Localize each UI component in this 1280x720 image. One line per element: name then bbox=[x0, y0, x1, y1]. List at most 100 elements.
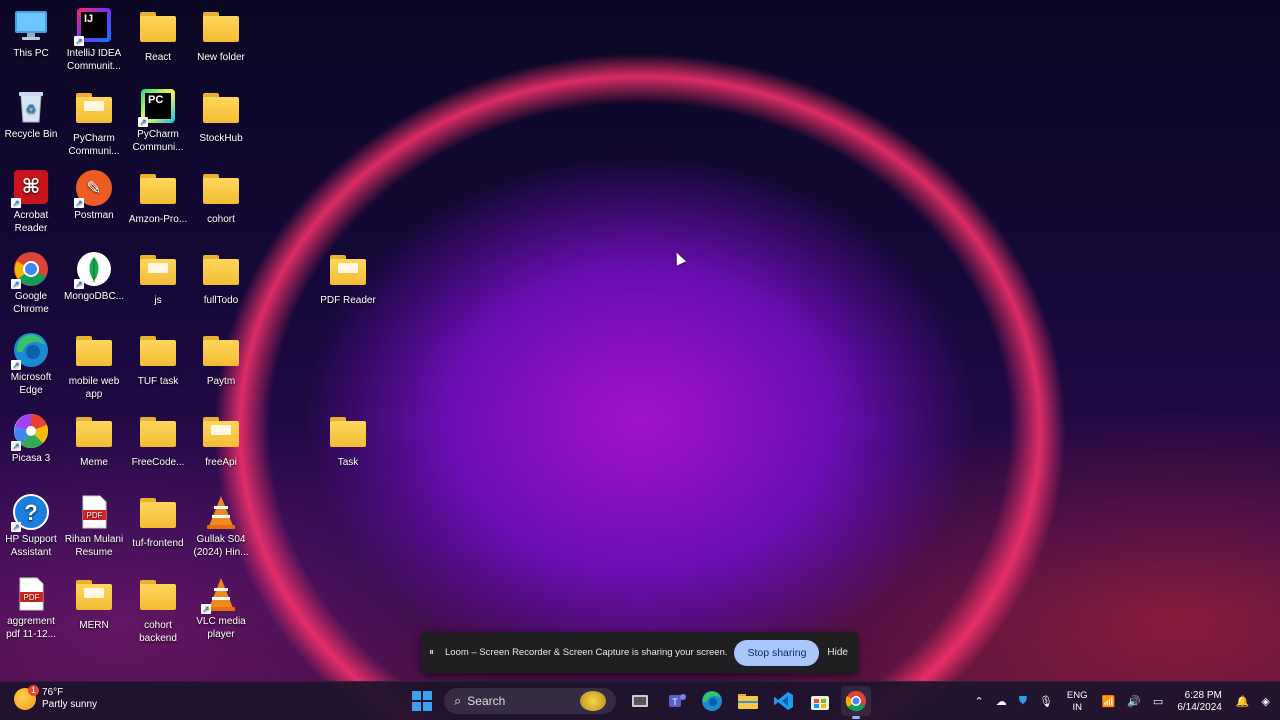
clock[interactable]: 6:28 PM 6/14/2024 bbox=[1177, 690, 1222, 714]
language-indicator[interactable]: ENG IN bbox=[1067, 690, 1088, 714]
svg-text:T: T bbox=[672, 697, 678, 707]
desktop-icon-label: Postman bbox=[74, 210, 114, 221]
chrome-icon: ↗ bbox=[11, 251, 49, 289]
desktop-icon-label: MongoDBC... bbox=[63, 291, 125, 302]
desktop-icon-label: Acrobat Reader bbox=[13, 210, 49, 234]
desktop-icon-tuf-task[interactable]: TUF task bbox=[127, 332, 189, 388]
chevron-up-icon[interactable]: ⌃ bbox=[974, 695, 983, 708]
teams-icon: T bbox=[669, 694, 686, 707]
desktop-icon-label: PDF Reader bbox=[320, 295, 376, 306]
edge-taskbar-button[interactable] bbox=[697, 686, 727, 716]
desktop-icon-amzon-pro[interactable]: Amzon-Pro... bbox=[127, 170, 189, 226]
vscode-button[interactable] bbox=[769, 686, 799, 716]
desktop-icon-meme[interactable]: Meme bbox=[63, 413, 125, 469]
windows-icon bbox=[412, 691, 432, 711]
wifi-icon[interactable]: 📶 bbox=[1102, 695, 1116, 708]
vlc-icon: ↗ bbox=[201, 576, 239, 614]
folder-icon bbox=[140, 498, 176, 534]
microphone-icon[interactable]: 🎙 bbox=[1039, 695, 1053, 708]
svg-text:PDF: PDF bbox=[24, 593, 40, 602]
taskbar-search[interactable]: ⌕ Search bbox=[444, 688, 616, 714]
desktop-icon-mobile-web-app[interactable]: mobile web app bbox=[63, 332, 125, 401]
desktop-icon-pdf-reader[interactable]: PDF Reader bbox=[317, 251, 379, 307]
folder-icon bbox=[203, 255, 239, 291]
copilot-icon[interactable]: ◈ bbox=[1262, 695, 1270, 708]
desktop-icon-label: This PC bbox=[13, 48, 49, 59]
desktop-icon-acrobat[interactable]: ⌘ ↗ Acrobat Reader bbox=[0, 170, 62, 235]
desktop-icon-label: New folder bbox=[197, 52, 245, 63]
desktop-icon-gullak[interactable]: Gullak S04 (2024) Hin... bbox=[190, 494, 252, 559]
defender-shield-icon[interactable]: ⛊ bbox=[1019, 695, 1027, 708]
desktop-icon-label: fullTodo bbox=[203, 295, 239, 306]
notification-bell-icon[interactable]: 🔔 bbox=[1236, 695, 1250, 708]
desktop-icon-intellij[interactable]: IJ ↗ IntelliJ IDEA Communit... bbox=[63, 8, 125, 73]
folder-icon bbox=[203, 417, 239, 453]
folder-icon bbox=[76, 336, 112, 372]
desktop-icon-mern[interactable]: MERN bbox=[63, 576, 125, 632]
desktop-icon-edge[interactable]: ↗ Microsoft Edge bbox=[0, 332, 62, 397]
search-highlight-icon bbox=[580, 691, 606, 711]
hide-button[interactable]: Hide bbox=[827, 647, 848, 658]
battery-icon[interactable]: ▭ bbox=[1153, 695, 1163, 708]
desktop-icon-label: Meme bbox=[80, 457, 108, 468]
task-view-button[interactable] bbox=[625, 686, 655, 716]
onedrive-icon[interactable]: ☁ bbox=[996, 695, 1007, 708]
language-code: ENG bbox=[1066, 689, 1088, 701]
pdf-icon: PDF bbox=[76, 494, 112, 530]
desktop-icon-vlc[interactable]: ↗ VLC media player bbox=[190, 576, 252, 641]
desktop-icon-label: FreeCode... bbox=[131, 457, 185, 468]
edge-icon bbox=[702, 691, 722, 711]
desktop-icon-label: aggrement pdf 11-12... bbox=[6, 616, 56, 640]
desktop-icon-mongodb[interactable]: ↗ MongoDBC... bbox=[63, 251, 125, 303]
loom-sharing-message: Loom – Screen Recorder & Screen Capture … bbox=[445, 647, 728, 658]
desktop-icon-recycle-bin[interactable]: ♻ Recycle Bin bbox=[0, 89, 62, 141]
weather-description: Partly sunny bbox=[42, 699, 98, 710]
desktop-icon-paytm[interactable]: Paytm bbox=[190, 332, 252, 388]
desktop-icon-js[interactable]: js bbox=[127, 251, 189, 307]
file-explorer-button[interactable] bbox=[733, 686, 763, 716]
desktop-icon-resume[interactable]: PDF Rihan Mulani Resume bbox=[63, 494, 125, 559]
stop-sharing-button[interactable]: Stop sharing bbox=[734, 639, 820, 666]
desktop-icon-cohort[interactable]: cohort bbox=[190, 170, 252, 226]
desktop-icon-this-pc[interactable]: This PC bbox=[0, 8, 62, 60]
mongodb-icon: ↗ bbox=[74, 251, 112, 289]
teams-button[interactable]: T bbox=[661, 686, 691, 716]
desktop-icon-pycharm-folder[interactable]: PyCharm Communi... bbox=[63, 89, 125, 158]
notification-badge: 1 bbox=[28, 685, 39, 696]
desktop-icon-postman[interactable]: ✎ ↗ Postman bbox=[63, 170, 125, 222]
desktop-icon-react[interactable]: React bbox=[127, 8, 189, 64]
weather-widget[interactable]: 1 76°F Partly sunny bbox=[14, 685, 98, 711]
desktop-icon-hp-support[interactable]: ? ↗ HP Support Assistant bbox=[0, 494, 62, 559]
folder-icon bbox=[76, 580, 112, 616]
desktop-icon-label: Microsoft Edge bbox=[10, 372, 52, 396]
folder-icon bbox=[203, 93, 239, 129]
desktop-icon-chrome[interactable]: ↗ Google Chrome bbox=[0, 251, 62, 316]
desktop-icon-pycharm[interactable]: PC ↗ PyCharm Communi... bbox=[127, 89, 189, 154]
desktop-icon-aggrement-pdf[interactable]: PDF aggrement pdf 11-12... bbox=[0, 576, 62, 641]
folder-icon bbox=[203, 336, 239, 372]
weather-temperature: 76°F bbox=[42, 687, 64, 698]
desktop-icon-cohort-backend[interactable]: cohort backend bbox=[127, 576, 189, 645]
start-button[interactable] bbox=[407, 686, 437, 716]
store-button[interactable] bbox=[805, 686, 835, 716]
desktop-icon-tuf-frontend[interactable]: tuf-frontend bbox=[127, 494, 189, 550]
desktop-icon-stockhub[interactable]: StockHub bbox=[190, 89, 252, 145]
search-icon: ⌕ bbox=[454, 693, 462, 708]
taskbar-apps: ⌕ Search T bbox=[404, 686, 874, 719]
desktop-icon-task[interactable]: Task bbox=[317, 413, 379, 469]
chrome-taskbar-button[interactable] bbox=[841, 686, 871, 719]
desktop-icon-label: IntelliJ IDEA Communit... bbox=[66, 48, 122, 72]
desktop-icon-label: Recycle Bin bbox=[4, 129, 58, 140]
desktop-icon-fulltodo[interactable]: fullTodo bbox=[190, 251, 252, 307]
search-placeholder: Search bbox=[467, 694, 506, 708]
desktop-icon-freeapi[interactable]: freeApi bbox=[190, 413, 252, 469]
desktop-icon-freecode[interactable]: FreeCode... bbox=[127, 413, 189, 469]
desktop-icon-label: TUF task bbox=[137, 376, 179, 387]
svg-text:PDF: PDF bbox=[87, 511, 103, 520]
svg-text:♻: ♻ bbox=[26, 102, 37, 116]
store-icon bbox=[811, 696, 829, 710]
desktop-icon-picasa[interactable]: ↗ Picasa 3 bbox=[0, 413, 62, 465]
volume-icon[interactable]: 🔊 bbox=[1127, 695, 1141, 708]
desktop-icon-new-folder[interactable]: New folder bbox=[190, 8, 252, 64]
drag-handle-icon[interactable]: ⏸ bbox=[429, 647, 441, 658]
